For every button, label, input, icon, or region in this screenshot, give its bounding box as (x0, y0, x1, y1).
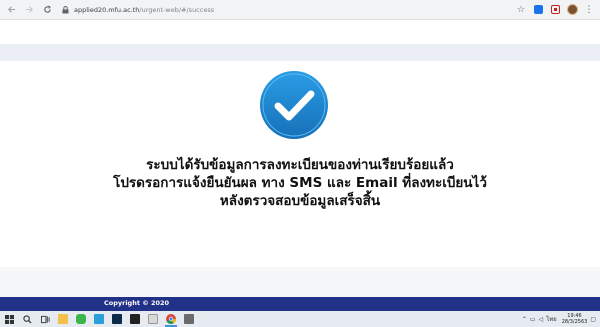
extension-icon (550, 5, 560, 14)
url-host: applied20.mfu.ac.th (74, 5, 140, 14)
address-bar[interactable]: applied20.mfu.ac.th/urgent-web/#/success (60, 3, 511, 17)
lock-icon (60, 5, 70, 15)
notification-icon[interactable]: ▢ (590, 316, 596, 323)
back-button[interactable] (4, 3, 18, 17)
header-strip (0, 44, 600, 61)
browser-toolbar: applied20.mfu.ac.th/urgent-web/#/success… (0, 0, 600, 20)
avatar (566, 4, 578, 15)
more-vert-icon: ⋮ (584, 4, 594, 15)
url-path: /urgent-web/#/success (139, 5, 215, 14)
photoshop-icon (112, 314, 122, 324)
store-icon (94, 314, 104, 324)
taskbar-app-chrome[interactable] (162, 311, 180, 327)
taskbar-app-photoshop[interactable] (108, 311, 126, 327)
forward-button[interactable] (22, 3, 36, 17)
chevron-up-icon[interactable]: ⌃ (522, 316, 527, 323)
message-line-1: ระบบได้รับข้อมูลการลงทะเบียนของท่านเรียบ… (146, 157, 454, 173)
search-button[interactable] (18, 311, 36, 327)
system-tray: ⌃ ▭ ◁ ไทย 19:46 28/3/2563 ▢ (519, 311, 596, 327)
success-message: ระบบได้รับข้อมูลการลงทะเบียนของท่านเรียบ… (0, 156, 600, 210)
gear-icon (184, 314, 194, 324)
taskbar-app-explorer[interactable] (54, 311, 72, 327)
terminal-icon (130, 314, 140, 324)
taskbar-app-notes[interactable] (144, 311, 162, 327)
taskbar-app-store[interactable] (90, 311, 108, 327)
taskbar (0, 311, 600, 327)
extension-button-2[interactable] (548, 3, 562, 17)
task-view-icon (40, 315, 50, 323)
reload-button[interactable] (40, 3, 54, 17)
chrome-icon (166, 314, 176, 324)
taskbar-app-settings[interactable] (180, 311, 198, 327)
reload-icon (43, 5, 51, 13)
star-icon: ☆ (516, 4, 526, 15)
folder-icon (58, 314, 68, 324)
bookmark-star-button[interactable]: ☆ (514, 3, 528, 17)
copyright-text: Copyright © 2020 (104, 299, 170, 307)
extension-icon (533, 5, 543, 14)
footer: Copyright © 2020 (0, 297, 600, 311)
clock-date: 28/3/2563 (561, 319, 588, 325)
windows-icon (4, 314, 14, 324)
message-line-3: หลังตรวจสอบข้อมูลเสร็จสิ้น (219, 193, 381, 209)
arrow-right-icon (25, 6, 33, 13)
lower-strip (0, 267, 600, 297)
message-line-2: โปรดรอการแจ้งยืนยันผล ทาง SMS และ Email … (113, 175, 487, 191)
notes-icon (148, 314, 158, 324)
arrow-left-icon (7, 6, 15, 13)
success-check-icon (260, 71, 328, 139)
network-icon[interactable]: ▭ (530, 316, 536, 323)
profile-button[interactable] (565, 3, 579, 17)
taskbar-app-terminal[interactable] (126, 311, 144, 327)
extension-button-1[interactable] (531, 3, 545, 17)
taskbar-app-line[interactable] (72, 311, 90, 327)
clock[interactable]: 19:46 28/3/2563 (562, 313, 588, 325)
menu-button[interactable]: ⋮ (582, 3, 596, 17)
url-text: applied20.mfu.ac.th/urgent-web/#/success (74, 6, 214, 14)
task-view-button[interactable] (36, 311, 54, 327)
search-icon (22, 314, 32, 324)
line-app-icon (76, 314, 86, 324)
start-button[interactable] (0, 311, 18, 327)
volume-icon[interactable]: ◁ (539, 316, 544, 323)
language-indicator[interactable]: ไทย (546, 314, 557, 324)
